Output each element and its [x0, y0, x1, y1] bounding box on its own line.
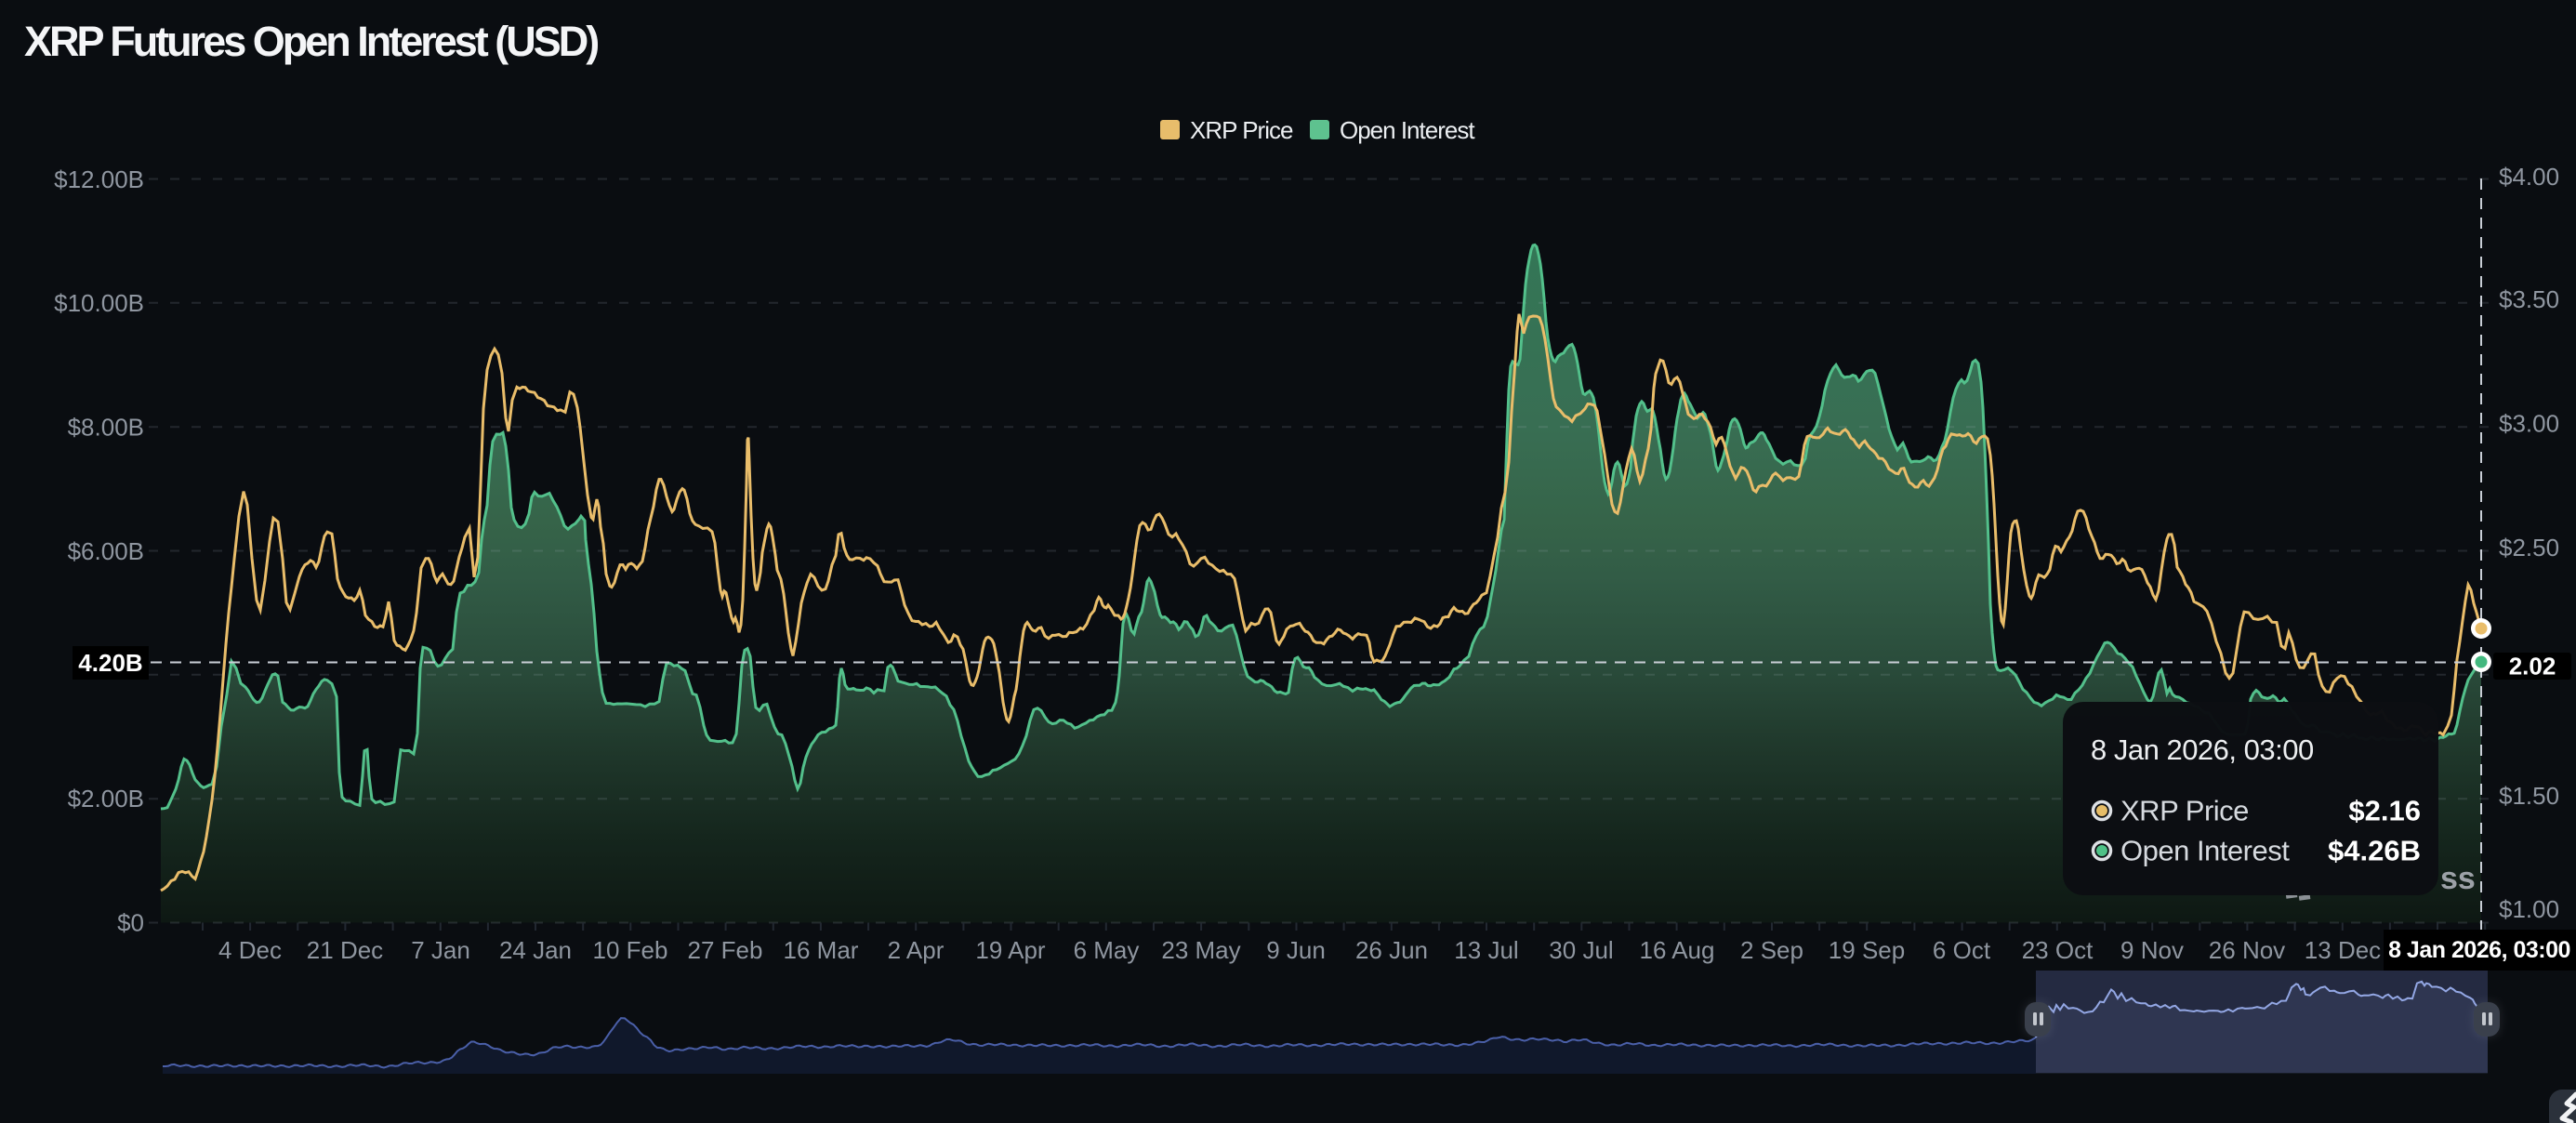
- svg-text:16 Aug: 16 Aug: [1640, 936, 1715, 964]
- svg-text:24 Jan: 24 Jan: [499, 936, 572, 964]
- svg-text:$3.00: $3.00: [2499, 410, 2559, 438]
- svg-text:30 Jul: 30 Jul: [1549, 936, 1613, 964]
- svg-text:23 Oct: 23 Oct: [2022, 936, 2094, 964]
- svg-text:$10.00B: $10.00B: [54, 289, 144, 317]
- svg-text:$2.00B: $2.00B: [68, 785, 144, 813]
- svg-text:13 Jul: 13 Jul: [1454, 936, 1518, 964]
- svg-text:6 Oct: 6 Oct: [1933, 936, 1991, 964]
- svg-text:16 Mar: 16 Mar: [784, 936, 859, 964]
- svg-text:26 Jun: 26 Jun: [1355, 936, 1428, 964]
- svg-text:$1.00: $1.00: [2499, 895, 2559, 923]
- svg-text:2 Apr: 2 Apr: [888, 936, 945, 964]
- svg-text:19 Apr: 19 Apr: [975, 936, 1046, 964]
- svg-text:26 Nov: 26 Nov: [2209, 936, 2285, 964]
- svg-text:$2.16: $2.16: [2348, 795, 2421, 827]
- svg-text:ss: ss: [2440, 861, 2476, 896]
- svg-text:8 Jan 2026, 03:00: 8 Jan 2026, 03:00: [2091, 733, 2314, 766]
- svg-text:XRP Price: XRP Price: [2120, 795, 2249, 827]
- svg-text:6 May: 6 May: [1074, 936, 1140, 964]
- svg-text:9 Jun: 9 Jun: [1266, 936, 1326, 964]
- svg-text:$4.26B: $4.26B: [2328, 835, 2421, 867]
- svg-text:13 Dec: 13 Dec: [2305, 936, 2381, 964]
- svg-text:10 Feb: 10 Feb: [593, 936, 668, 964]
- svg-text:$0: $0: [117, 909, 144, 937]
- svg-text:$4.00: $4.00: [2499, 163, 2559, 191]
- svg-text:$8.00B: $8.00B: [68, 414, 144, 442]
- svg-text:4 Dec: 4 Dec: [218, 936, 282, 964]
- svg-text:Open Interest: Open Interest: [1340, 116, 1475, 144]
- svg-text:XRP Futures Open Interest (USD: XRP Futures Open Interest (USD): [24, 18, 598, 65]
- svg-text:XRP Price: XRP Price: [1190, 116, 1293, 144]
- svg-text:2 Sep: 2 Sep: [1740, 936, 1803, 964]
- svg-text:$12.00B: $12.00B: [54, 165, 144, 193]
- svg-text:8 Jan 2026, 03:00: 8 Jan 2026, 03:00: [2388, 937, 2570, 963]
- svg-text:23 May: 23 May: [1161, 936, 1240, 964]
- svg-text:$6.00B: $6.00B: [68, 537, 144, 565]
- svg-text:$2.50: $2.50: [2499, 534, 2559, 562]
- svg-text:2.02: 2.02: [2509, 653, 2556, 680]
- svg-text:7 Jan: 7 Jan: [411, 936, 470, 964]
- svg-text:$3.50: $3.50: [2499, 285, 2559, 313]
- svg-text:9 Nov: 9 Nov: [2120, 936, 2184, 964]
- svg-text:19 Sep: 19 Sep: [1829, 936, 1905, 964]
- svg-text:27 Feb: 27 Feb: [688, 936, 763, 964]
- svg-text:Open Interest: Open Interest: [2120, 835, 2290, 867]
- svg-text:21 Dec: 21 Dec: [307, 936, 383, 964]
- svg-text:4.20B: 4.20B: [78, 649, 142, 677]
- svg-text:$1.50: $1.50: [2499, 782, 2559, 810]
